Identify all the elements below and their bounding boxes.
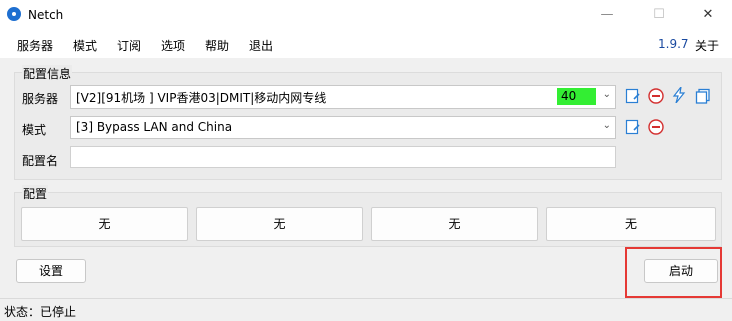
edit-icon[interactable] [625,119,641,135]
server-selected-value: [V2][91机场 ] VIP香港03|DMIT|移动内网专线 [76,91,327,105]
server-label: 服务器 [22,92,59,106]
start-button-highlight [625,247,722,298]
mode-selected-value: [3] Bypass LAN and China [76,120,233,134]
profile-name-input[interactable] [70,146,616,168]
window-title: Netch [28,8,64,22]
profile-button-1[interactable]: 无 [21,207,188,241]
edit-icon[interactable] [625,88,641,104]
server-ping-badge: 40 [557,88,596,105]
profile-button-4[interactable]: 无 [546,207,716,241]
menu-about[interactable]: 关于 [695,37,719,54]
maximize-button[interactable]: ☐ [648,6,670,24]
profile-button-3[interactable]: 无 [371,207,538,241]
server-combobox[interactable]: [V2][91机场 ] VIP香港03|DMIT|移动内网专线 40 ⌄ [70,85,616,109]
copy-icon[interactable] [695,88,711,104]
menu-bar: 服务器 模式 订阅 选项 帮助 退出 1.9.7 关于 [0,30,732,58]
close-button[interactable]: ✕ [697,6,719,24]
config-info-title: 配置信息 [22,65,73,82]
menu-help[interactable]: 帮助 [205,37,229,54]
settings-button[interactable]: 设置 [16,259,86,283]
speed-test-icon[interactable] [671,87,687,103]
profile-button-2[interactable]: 无 [196,207,363,241]
version-label[interactable]: 1.9.7 [658,37,689,51]
chevron-down-icon: ⌄ [602,89,611,100]
profile-name-label: 配置名 [22,154,59,168]
chevron-down-icon: ⌄ [602,120,611,131]
menu-mode[interactable]: 模式 [73,37,97,54]
mode-combobox[interactable]: [3] Bypass LAN and China ⌄ [70,116,616,139]
app-icon [7,7,21,21]
mode-label: 模式 [22,123,47,137]
profiles-title: 配置 [22,185,49,202]
status-bar: 状态：已停止 [0,298,732,321]
title-bar: Netch — ☐ ✕ [0,0,732,30]
status-text: 状态：已停止 [4,305,77,319]
menu-server[interactable]: 服务器 [17,37,53,54]
menu-options[interactable]: 选项 [161,37,185,54]
remove-icon[interactable] [648,119,664,135]
menu-exit[interactable]: 退出 [249,37,273,54]
remove-icon[interactable] [648,88,664,104]
menu-subscription[interactable]: 订阅 [117,37,141,54]
minimize-button[interactable]: — [596,6,618,24]
